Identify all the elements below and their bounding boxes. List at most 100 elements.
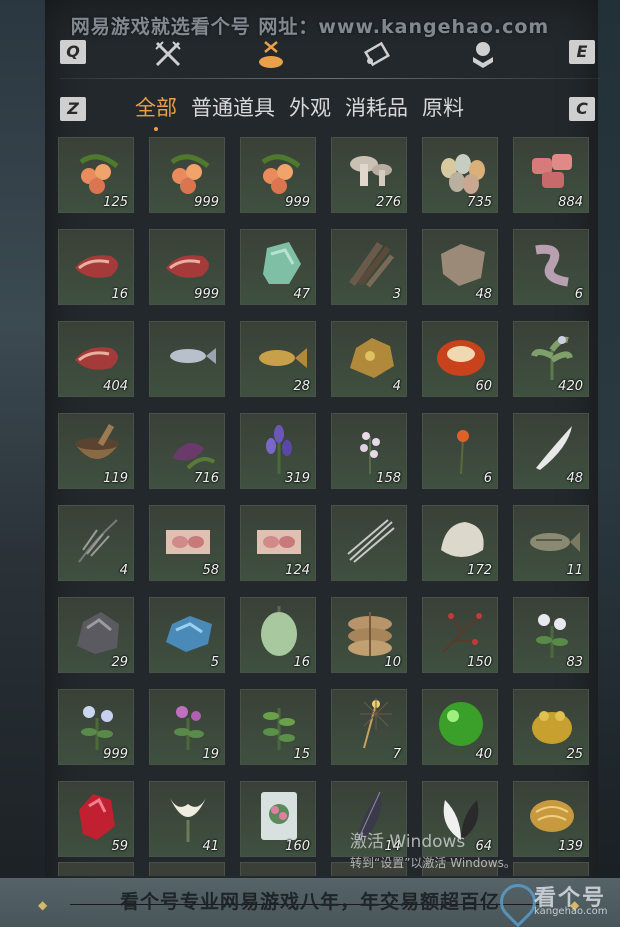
background-scenery-left: [0, 0, 45, 927]
item-count: 48: [566, 471, 583, 486]
item-count: 735: [467, 195, 492, 210]
inventory-slot[interactable]: 6: [513, 229, 589, 305]
inventory-slot[interactable]: 158: [331, 413, 407, 489]
inventory-slot[interactable]: 716: [149, 413, 225, 489]
item-count: 3: [392, 287, 401, 302]
inventory-slot[interactable]: 11: [513, 505, 589, 581]
watermark-top: 网易游戏就选看个号 网址：www.kangehao.com: [70, 16, 550, 38]
item-count: 16: [111, 287, 128, 302]
inventory-slot[interactable]: 4: [58, 505, 134, 581]
inventory-slot[interactable]: 41: [149, 781, 225, 857]
item-count: 15: [293, 747, 310, 762]
item-count: 124: [285, 563, 310, 578]
crossed-swords-icon[interactable]: [148, 38, 188, 70]
tab-4[interactable]: 原料: [422, 92, 464, 122]
item-count: 11: [566, 563, 583, 578]
inventory-slot[interactable]: 28: [240, 321, 316, 397]
item-count: 41: [202, 839, 219, 854]
item-count: 119: [103, 471, 128, 486]
inventory-slot[interactable]: 16: [240, 597, 316, 673]
key-hint-c[interactable]: C: [569, 97, 595, 121]
inventory-slot[interactable]: 119: [58, 413, 134, 489]
item-count: 125: [103, 195, 128, 210]
item-count: 28: [293, 379, 310, 394]
inventory-slot[interactable]: 83: [513, 597, 589, 673]
item-count: 276: [376, 195, 401, 210]
item-count: 7: [392, 747, 401, 762]
inventory-slot[interactable]: 735: [422, 137, 498, 213]
item-count: 404: [103, 379, 128, 394]
item-count: 60: [475, 379, 492, 394]
scroll-icon[interactable]: [357, 38, 397, 70]
tab-1[interactable]: 普通道具: [191, 92, 275, 122]
key-hint-q[interactable]: Q: [60, 40, 86, 64]
inventory-slot[interactable]: [149, 321, 225, 397]
pouch-icon[interactable]: [251, 38, 291, 70]
inventory-slot[interactable]: 319: [240, 413, 316, 489]
inventory-slot[interactable]: 19: [149, 689, 225, 765]
inventory-slot[interactable]: 5: [149, 597, 225, 673]
inventory-slot[interactable]: 999: [149, 137, 225, 213]
item-count: 4: [392, 379, 401, 394]
inventory-slot[interactable]: 16: [58, 229, 134, 305]
inventory-slot[interactable]: 60: [422, 321, 498, 397]
key-hint-e[interactable]: E: [569, 40, 595, 64]
inventory-slot[interactable]: 884: [513, 137, 589, 213]
inventory-slot[interactable]: 124: [240, 505, 316, 581]
inventory-slot[interactable]: 47: [240, 229, 316, 305]
activation-title: 激活 Windows: [350, 832, 466, 852]
item-count: 29: [111, 655, 128, 670]
inventory-slot[interactable]: 150: [422, 597, 498, 673]
inventory-slot[interactable]: 48: [422, 229, 498, 305]
inventory-slot[interactable]: 15: [240, 689, 316, 765]
inventory-slot[interactable]: 999: [149, 229, 225, 305]
inventory-slot[interactable]: 59: [58, 781, 134, 857]
inventory-slot[interactable]: 7: [331, 689, 407, 765]
inventory-slot[interactable]: 404: [58, 321, 134, 397]
category-tabs: 全部 普通道具 外观 消耗品 原料: [135, 92, 464, 131]
item-count: 160: [285, 839, 310, 854]
item-count: 158: [376, 471, 401, 486]
item-count: 319: [285, 471, 310, 486]
key-hint-z[interactable]: Z: [60, 97, 86, 121]
inventory-slot[interactable]: 125: [58, 137, 134, 213]
tab-3[interactable]: 消耗品: [345, 92, 408, 122]
logo-url: kangehao.com: [534, 906, 608, 917]
inventory-slot[interactable]: 139: [513, 781, 589, 857]
inventory-slot[interactable]: 10: [331, 597, 407, 673]
inventory-slot[interactable]: 3: [331, 229, 407, 305]
inventory-slot[interactable]: 172: [422, 505, 498, 581]
item-count: 884: [558, 195, 583, 210]
item-count: 172: [467, 563, 492, 578]
badge-icon[interactable]: [463, 38, 503, 70]
item-count: 48: [475, 287, 492, 302]
inventory-slot[interactable]: 25: [513, 689, 589, 765]
inventory-slot[interactable]: 4: [331, 321, 407, 397]
inventory-slot[interactable]: 48: [513, 413, 589, 489]
item-count: 716: [194, 471, 219, 486]
item-count: 420: [558, 379, 583, 394]
item-count: 6: [574, 287, 583, 302]
item-count: 139: [558, 839, 583, 854]
site-logo: 看个号 kangehao.com: [492, 876, 614, 927]
tab-2[interactable]: 外观: [289, 92, 331, 122]
inventory-slot[interactable]: 420: [513, 321, 589, 397]
inventory-slot[interactable]: 276: [331, 137, 407, 213]
inventory-slot[interactable]: 29: [58, 597, 134, 673]
item-count: 999: [103, 747, 128, 762]
inventory-slot[interactable]: 160: [240, 781, 316, 857]
inventory-slot[interactable]: 999: [240, 137, 316, 213]
activation-subtitle: 转到“设置”以激活 Windows。: [350, 856, 516, 870]
inventory-slot[interactable]: [331, 505, 407, 581]
item-count: 59: [111, 839, 128, 854]
item-count: 999: [285, 195, 310, 210]
tab-0[interactable]: 全部: [135, 92, 177, 131]
item-count: 16: [293, 655, 310, 670]
item-count: 19: [202, 747, 219, 762]
inventory-slot[interactable]: 999: [58, 689, 134, 765]
item-count: 999: [194, 195, 219, 210]
inventory-slot[interactable]: 6: [422, 413, 498, 489]
inventory-slot[interactable]: 58: [149, 505, 225, 581]
item-count: 6: [483, 471, 492, 486]
inventory-slot[interactable]: 40: [422, 689, 498, 765]
